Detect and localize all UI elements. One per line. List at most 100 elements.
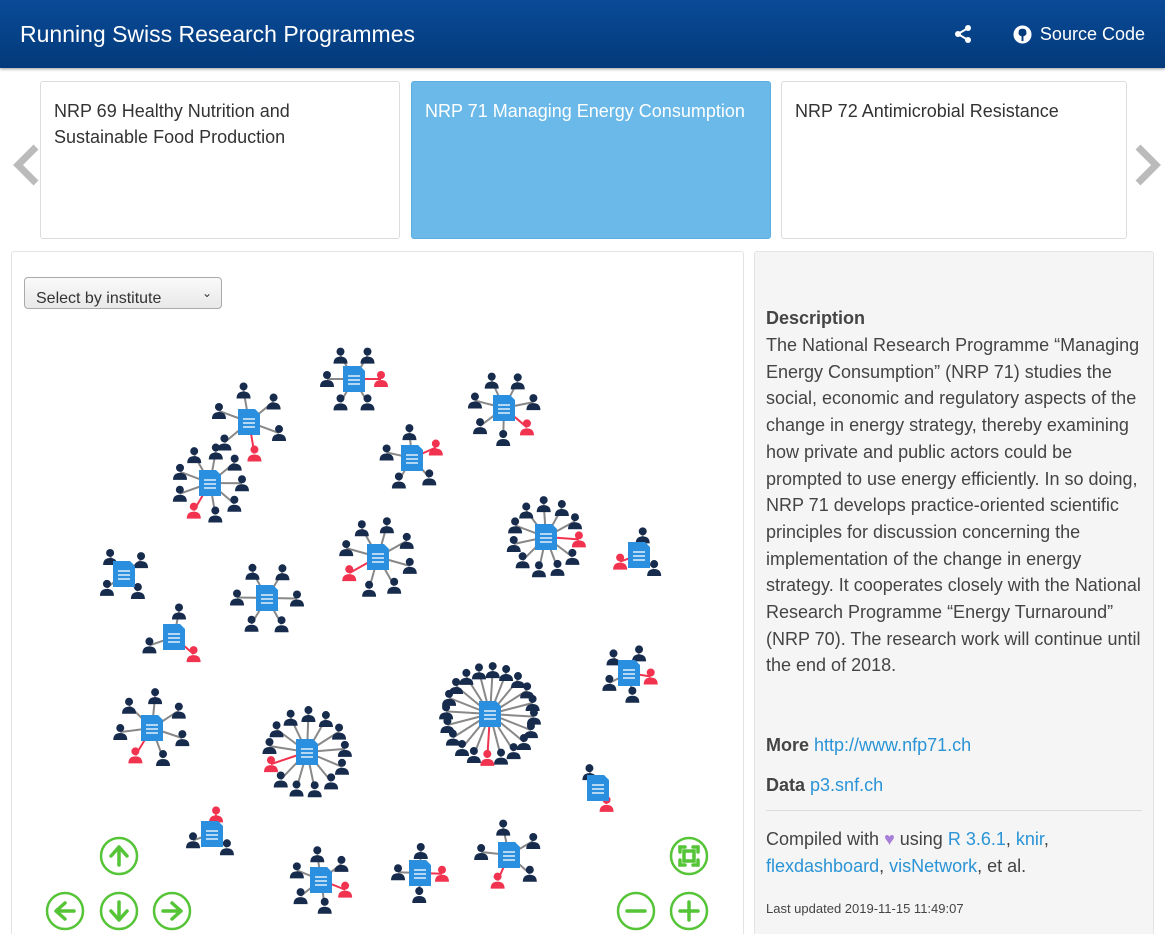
person-icon[interactable] (310, 846, 325, 863)
document-icon[interactable] (343, 366, 365, 392)
person-icon[interactable] (412, 886, 427, 903)
person-icon[interactable] (156, 750, 171, 767)
person-icon[interactable] (283, 709, 298, 726)
person-icon[interactable] (247, 445, 262, 462)
person-icon[interactable] (613, 553, 628, 570)
person-icon[interactable] (289, 780, 304, 797)
document-icon[interactable] (256, 585, 278, 611)
person-icon[interactable] (402, 557, 417, 574)
person-icon[interactable] (379, 517, 394, 534)
flexdashboard-link[interactable]: flexdashboard (766, 856, 879, 876)
card-nrp-71[interactable]: NRP 71 Managing Energy Consumption (411, 81, 771, 239)
person-icon[interactable] (333, 347, 348, 364)
person-icon[interactable] (391, 472, 406, 489)
person-icon[interactable] (186, 832, 201, 849)
person-icon[interactable] (526, 833, 541, 850)
arrow-left-icon[interactable] (45, 891, 85, 931)
person-icon[interactable] (362, 580, 377, 597)
document-icon[interactable] (535, 524, 557, 550)
document-icon[interactable] (310, 867, 332, 893)
person-icon[interactable] (490, 872, 505, 889)
person-icon[interactable] (175, 730, 190, 747)
share-icon[interactable] (953, 24, 973, 44)
knir-link[interactable]: knir (1016, 829, 1044, 849)
person-icon[interactable] (317, 897, 332, 914)
more-link[interactable]: http://www.nfp71.ch (814, 735, 971, 755)
document-icon[interactable] (409, 860, 431, 886)
person-icon[interactable] (236, 382, 251, 399)
person-icon[interactable] (227, 454, 242, 471)
person-icon[interactable] (211, 402, 226, 419)
person-icon[interactable] (171, 603, 186, 620)
person-icon[interactable] (379, 444, 394, 461)
source-code-link[interactable]: Source Code (1013, 24, 1145, 45)
document-icon[interactable] (493, 395, 515, 421)
person-icon[interactable] (142, 637, 157, 654)
person-icon[interactable] (289, 862, 304, 879)
r-link[interactable]: R 3.6.1 (948, 829, 1006, 849)
document-icon[interactable] (498, 842, 520, 868)
person-icon[interactable] (186, 502, 201, 519)
person-icon[interactable] (339, 540, 354, 557)
document-icon[interactable] (628, 542, 650, 568)
person-icon[interactable] (506, 535, 521, 552)
person-icon[interactable] (208, 506, 223, 523)
person-icon[interactable] (440, 717, 455, 734)
person-icon[interactable] (186, 646, 201, 663)
document-icon[interactable] (141, 715, 163, 741)
document-icon[interactable] (618, 660, 640, 686)
person-icon[interactable] (567, 513, 582, 530)
person-icon[interactable] (245, 563, 260, 580)
person-icon[interactable] (413, 843, 428, 860)
person-icon[interactable] (244, 615, 259, 632)
arrow-down-icon[interactable] (99, 891, 139, 931)
person-icon[interactable] (307, 781, 322, 798)
visnetwork-link[interactable]: visNetwork (889, 856, 977, 876)
document-icon[interactable] (401, 445, 423, 471)
person-icon[interactable] (360, 347, 375, 364)
person-icon[interactable] (625, 686, 640, 703)
arrow-up-icon[interactable] (99, 836, 139, 876)
network-graph[interactable] (12, 252, 744, 934)
person-icon[interactable] (333, 394, 348, 411)
card-nrp-69[interactable]: NRP 69 Healthy Nutrition and Sustainable… (40, 81, 400, 239)
person-icon[interactable] (496, 429, 511, 446)
person-icon[interactable] (266, 393, 281, 410)
card-nrp-72[interactable]: NRP 72 Antimicrobial Resistance (781, 81, 1127, 239)
person-icon[interactable] (227, 495, 242, 512)
zoom-out-icon[interactable] (616, 891, 656, 931)
data-link[interactable]: p3.snf.ch (810, 775, 883, 795)
document-icon[interactable] (113, 561, 135, 587)
person-icon[interactable] (172, 485, 187, 502)
person-icon[interactable] (272, 425, 287, 442)
person-icon[interactable] (99, 579, 114, 596)
person-icon[interactable] (554, 500, 569, 517)
arrow-right-icon[interactable] (152, 891, 192, 931)
document-icon[interactable] (201, 821, 223, 847)
document-icon[interactable] (163, 624, 185, 650)
zoom-in-icon[interactable] (669, 891, 709, 931)
person-icon[interactable] (635, 527, 650, 544)
person-icon[interactable] (173, 463, 188, 480)
person-icon[interactable] (480, 749, 495, 766)
person-icon[interactable] (466, 746, 481, 763)
person-icon[interactable] (332, 723, 347, 740)
fit-icon[interactable] (669, 836, 709, 876)
person-icon[interactable] (134, 552, 149, 569)
document-icon[interactable] (367, 544, 389, 570)
document-icon[interactable] (199, 470, 221, 496)
person-icon[interactable] (387, 577, 402, 594)
person-icon[interactable] (334, 855, 349, 872)
person-icon[interactable] (494, 748, 509, 765)
document-icon[interactable] (238, 409, 260, 435)
person-icon[interactable] (519, 502, 534, 519)
institute-select[interactable]: Select by institute ⌄ (24, 277, 222, 309)
document-icon[interactable] (479, 701, 501, 727)
chevron-right-icon[interactable] (1132, 143, 1162, 192)
person-icon[interactable] (471, 663, 486, 680)
person-icon[interactable] (360, 394, 375, 411)
person-icon[interactable] (428, 439, 443, 456)
person-icon[interactable] (473, 418, 488, 435)
person-icon[interactable] (467, 392, 482, 409)
person-icon[interactable] (128, 747, 143, 764)
